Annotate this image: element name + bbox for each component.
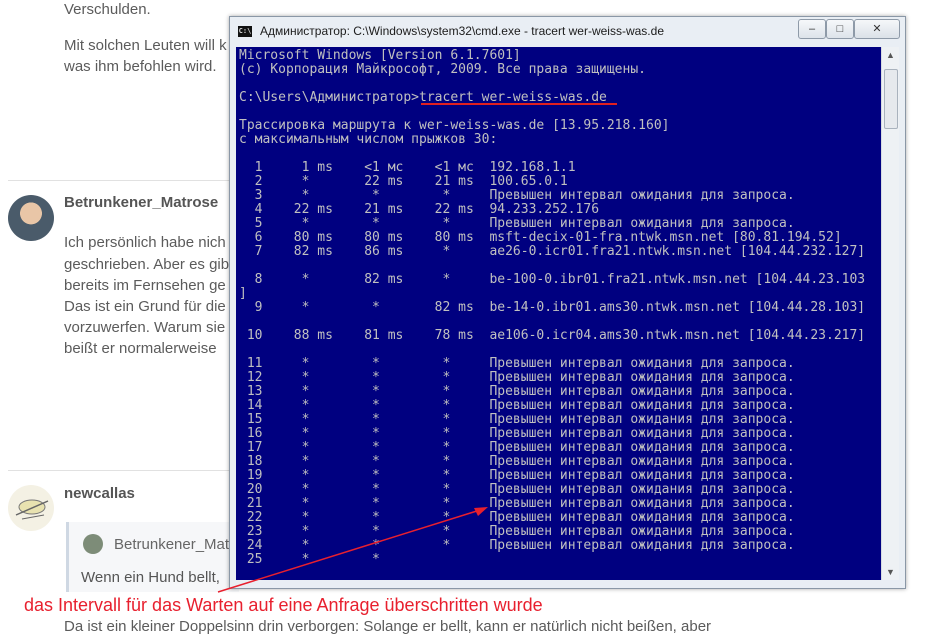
annotation-text: das Intervall für das Warten auf eine An… — [24, 595, 543, 615]
annotation-arrow — [217, 507, 488, 593]
